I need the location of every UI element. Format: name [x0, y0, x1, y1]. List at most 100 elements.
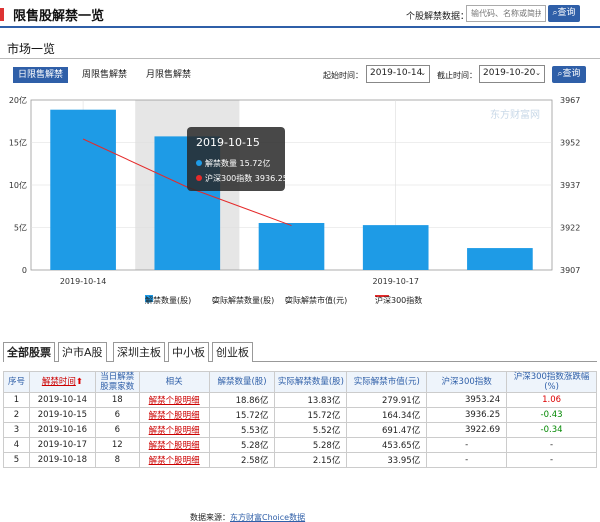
sort-arrow-icon: ⬆ [75, 377, 83, 387]
cell-date: 2019-10-15 [28, 407, 96, 423]
cell-link[interactable]: 解禁个股明细 [138, 407, 210, 423]
detail-link[interactable]: 解禁个股明细 [149, 396, 200, 406]
cell-actual-value: 453.65亿 [346, 437, 428, 453]
unlock-table: 序号 解禁时间⬆ 当日解禁股票家数 相关 解禁数量(股) 实际解禁数量(股) 实… [3, 371, 597, 468]
unlock-chart: 0 5亿 10亿 15亿 20亿 3907 3922 3937 3952 3967 2019-10-… [9, 95, 581, 286]
legend-label: 实际解禁市值(元) [285, 296, 348, 305]
cell-link[interactable]: 解禁个股明细 [138, 392, 210, 408]
cell-count: 18 [94, 392, 140, 408]
cell-index-value: 3922.69 [426, 422, 508, 438]
col-header: 沪深300指数 [426, 371, 508, 393]
y2-tick-label: 3967 [560, 96, 580, 105]
data-source: 数据来源：东方财富Choice数据 [190, 512, 305, 522]
tooltip-row-text: 沪深300指数 3936.25 [205, 174, 288, 183]
cell-change: -0.43 [506, 407, 597, 423]
cell-qty: 5.28亿 [208, 437, 276, 453]
y-tick-label: 5亿 [14, 223, 27, 233]
legend-label: 沪深300指数 [375, 296, 423, 305]
y-tick-label: 20亿 [9, 95, 27, 105]
tooltip-row-index: 沪深300指数 3936.25 [196, 173, 288, 184]
y-tick-label: 15亿 [9, 138, 27, 148]
col-header: 相关 [138, 371, 210, 393]
tab-sme[interactable]: 中小板 [168, 342, 209, 362]
x-tick-label: 2019-10-14 [60, 277, 107, 286]
market-tabs: 全部股票 沪市A股 深圳主板 中小板 创业板 [3, 342, 597, 362]
col-header: 序号 [3, 371, 30, 393]
cell-actual-qty: 13.83亿 [274, 392, 348, 408]
cell-change: 1.06 [506, 392, 597, 408]
legend-label: 实际解禁数量(股) [212, 296, 275, 305]
cell-actual-qty: 15.72亿 [274, 407, 348, 423]
cell-index: 1 [3, 392, 30, 408]
sort-date-link[interactable]: 解禁时间 [42, 377, 76, 387]
tab-gem[interactable]: 创业板 [212, 342, 253, 362]
cell-actual-value: 279.91亿 [346, 392, 428, 408]
y2-tick-label: 3907 [560, 266, 580, 275]
cell-change: - [506, 452, 597, 468]
table-row: 4 2019-10-17 12 解禁个股明细 5.28亿 5.28亿 453.65亿 - - [3, 437, 597, 453]
cell-date: 2019-10-18 [28, 452, 96, 468]
cell-index-value: - [426, 437, 508, 453]
cell-index: 5 [3, 452, 30, 468]
cell-qty: 15.72亿 [208, 407, 276, 423]
cell-count: 8 [94, 452, 140, 468]
y-tick-label: 10亿 [9, 180, 27, 190]
cell-actual-value: 691.47亿 [346, 422, 428, 438]
cell-link[interactable]: 解禁个股明细 [138, 452, 210, 468]
col-header: 实际解禁市值(元) [346, 371, 428, 393]
table-row: 3 2019-10-16 6 解禁个股明细 5.53亿 5.52亿 691.47亿 3922.… [3, 422, 597, 438]
cell-actual-qty: 5.52亿 [274, 422, 348, 438]
detail-link[interactable]: 解禁个股明细 [149, 441, 200, 451]
col-header: 实际解禁数量(股) [274, 371, 348, 393]
cell-link[interactable]: 解禁个股明细 [138, 422, 210, 438]
detail-link[interactable]: 解禁个股明细 [149, 411, 200, 421]
source-label: 数据来源： [190, 513, 230, 522]
cell-count: 12 [94, 437, 140, 453]
bar [362, 225, 429, 270]
source-link[interactable]: 东方财富Choice数据 [230, 513, 305, 522]
col-header-date[interactable]: 解禁时间⬆ [28, 371, 96, 393]
cell-index-value: 3936.25 [426, 407, 508, 423]
cell-count: 6 [94, 407, 140, 423]
cell-index-value: - [426, 452, 508, 468]
cell-qty: 18.86亿 [208, 392, 276, 408]
cell-qty: 5.53亿 [208, 422, 276, 438]
y2-tick-label: 3952 [560, 139, 580, 148]
tooltip-date: 2019-10-15 [196, 136, 260, 149]
cell-actual-qty: 2.15亿 [274, 452, 348, 468]
legend-label: 解禁数量(股) [145, 296, 192, 305]
detail-link[interactable]: 解禁个股明细 [149, 426, 200, 436]
cell-index: 4 [3, 437, 30, 453]
col-header: 解禁数量(股) [208, 371, 276, 393]
x-tick-label: 2019-10-17 [372, 277, 419, 286]
table-row: 2 2019-10-15 6 解禁个股明细 15.72亿 15.72亿 164.34亿 393… [3, 407, 597, 423]
cell-actual-value: 33.95亿 [346, 452, 428, 468]
cell-index: 3 [3, 422, 30, 438]
series-dot-icon [196, 175, 202, 181]
cell-link[interactable]: 解禁个股明细 [138, 437, 210, 453]
cell-count: 6 [94, 422, 140, 438]
y-tick-label: 0 [22, 266, 27, 275]
watermark: 东方财富网 [490, 108, 540, 121]
cell-index-value: 3953.24 [426, 392, 508, 408]
table-row: 5 2019-10-18 8 解禁个股明细 2.58亿 2.15亿 33.95亿 - - [3, 452, 597, 468]
chart-tooltip: 2019-10-15 解禁数量 15.72亿 沪深300指数 3936.25 [187, 127, 288, 191]
cell-date: 2019-10-14 [28, 392, 96, 408]
tooltip-row-qty: 解禁数量 15.72亿 [196, 158, 270, 169]
detail-link[interactable]: 解禁个股明细 [149, 456, 200, 466]
tab-all-stocks[interactable]: 全部股票 [3, 342, 55, 362]
cell-date: 2019-10-16 [28, 422, 96, 438]
cell-change: -0.34 [506, 422, 597, 438]
tooltip-row-text: 解禁数量 15.72亿 [205, 159, 271, 168]
series-dot-icon [196, 160, 202, 166]
tab-sh-a[interactable]: 沪市A股 [58, 342, 107, 362]
y2-tick-label: 3922 [560, 224, 580, 233]
cell-date: 2019-10-17 [28, 437, 96, 453]
table-row: 1 2019-10-14 18 解禁个股明细 18.86亿 13.83亿 279.91亿 39… [3, 392, 597, 408]
table-header-row: 序号 解禁时间⬆ 当日解禁股票家数 相关 解禁数量(股) 实际解禁数量(股) 实… [3, 371, 597, 393]
col-header: 沪深300指数涨跌幅(%) [506, 371, 597, 393]
tab-sz-main[interactable]: 深圳主板 [113, 342, 165, 362]
cell-actual-value: 164.34亿 [346, 407, 428, 423]
bar [258, 222, 325, 270]
cell-actual-qty: 5.28亿 [274, 437, 348, 453]
